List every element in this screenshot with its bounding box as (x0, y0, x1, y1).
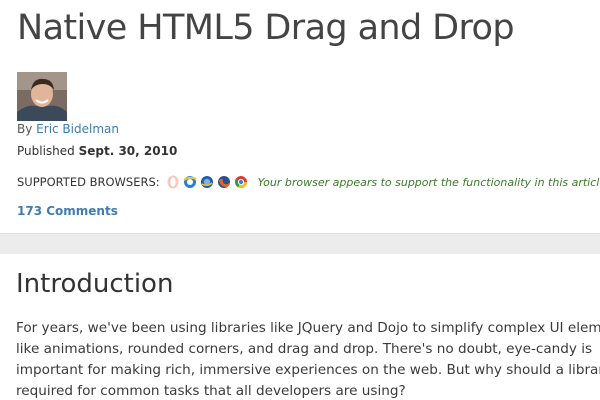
browser-icons (166, 175, 248, 189)
ie-icon (183, 176, 197, 188)
byline: By Eric Bidelman (17, 122, 119, 136)
author-avatar[interactable] (17, 72, 67, 121)
article-header: Native HTML5 Drag and Drop By Eric Bidel… (0, 0, 600, 233)
paragraph-line: like animations, rounded corners, and dr… (16, 341, 593, 357)
section-heading: Introduction (16, 269, 174, 299)
page-title: Native HTML5 Drag and Drop (17, 8, 515, 48)
published-line: Published Sept. 30, 2010 (17, 144, 177, 158)
paragraph-line: required for common tasks that all devel… (16, 383, 406, 399)
paragraph-line: important for making rich, immersive exp… (16, 362, 600, 378)
article-body: Introduction For years, we've been using… (0, 254, 600, 400)
paragraph-line: For years, we've been using libraries li… (16, 320, 600, 336)
author-link[interactable]: Eric Bidelman (36, 122, 119, 136)
byline-prefix: By (17, 122, 33, 136)
supported-browsers-label: Supported browsers: (17, 175, 160, 189)
firefox-icon (217, 176, 230, 188)
ie-alt-icon (200, 176, 213, 188)
opera-icon (167, 175, 179, 189)
supported-browsers: Supported browsers: (17, 173, 600, 191)
chrome-icon (234, 176, 247, 189)
published-prefix: Published (17, 144, 75, 158)
section-divider-band (0, 233, 600, 255)
published-date: Sept. 30, 2010 (78, 144, 178, 158)
comments-link[interactable]: 173 Comments (17, 204, 118, 218)
support-note: Your browser appears to support the func… (257, 175, 600, 189)
intro-paragraph: For years, we've been using libraries li… (16, 318, 600, 400)
author-photo (17, 72, 67, 121)
